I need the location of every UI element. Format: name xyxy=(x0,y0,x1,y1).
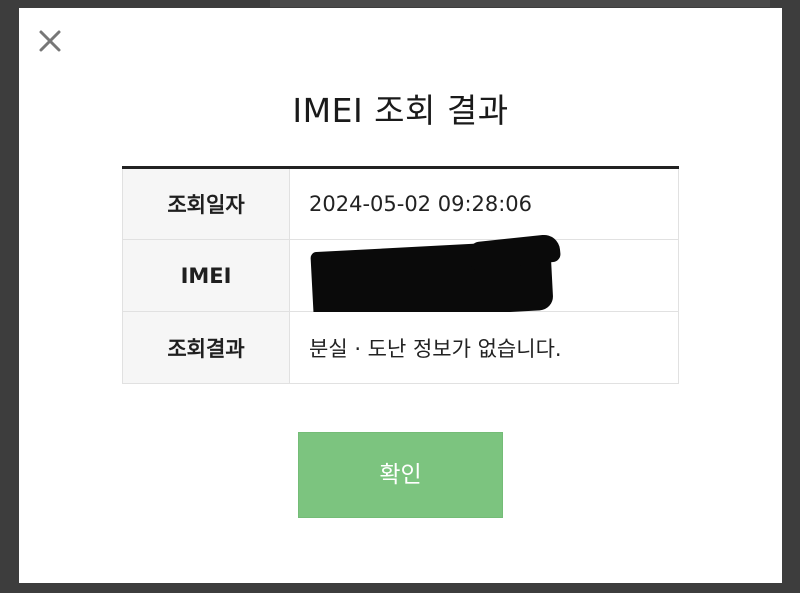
row-label-imei: IMEI xyxy=(122,239,290,312)
imei-result-dialog: IMEI 조회 결과 조회일자 2024-05-02 09:28:06 IMEI… xyxy=(19,8,782,583)
row-label-result: 조회결과 xyxy=(122,311,290,384)
row-value-imei xyxy=(289,233,679,323)
table-row: 조회일자 2024-05-02 09:28:06 xyxy=(122,167,679,240)
table-row: IMEI xyxy=(122,233,679,323)
backdrop xyxy=(270,0,770,7)
close-button[interactable] xyxy=(37,28,63,54)
row-value-result: 분실 · 도난 정보가 없습니다. xyxy=(289,311,679,384)
result-table: 조회일자 2024-05-02 09:28:06 IMEI 조회결과 분실 · … xyxy=(122,166,679,384)
row-label-date: 조회일자 xyxy=(122,167,290,240)
dialog-title: IMEI 조회 결과 xyxy=(292,91,509,130)
close-icon xyxy=(37,28,63,54)
table-row: 조회결과 분실 · 도난 정보가 없습니다. xyxy=(122,311,679,384)
row-value-date: 2024-05-02 09:28:06 xyxy=(289,167,679,240)
confirm-button[interactable]: 확인 xyxy=(298,432,503,518)
